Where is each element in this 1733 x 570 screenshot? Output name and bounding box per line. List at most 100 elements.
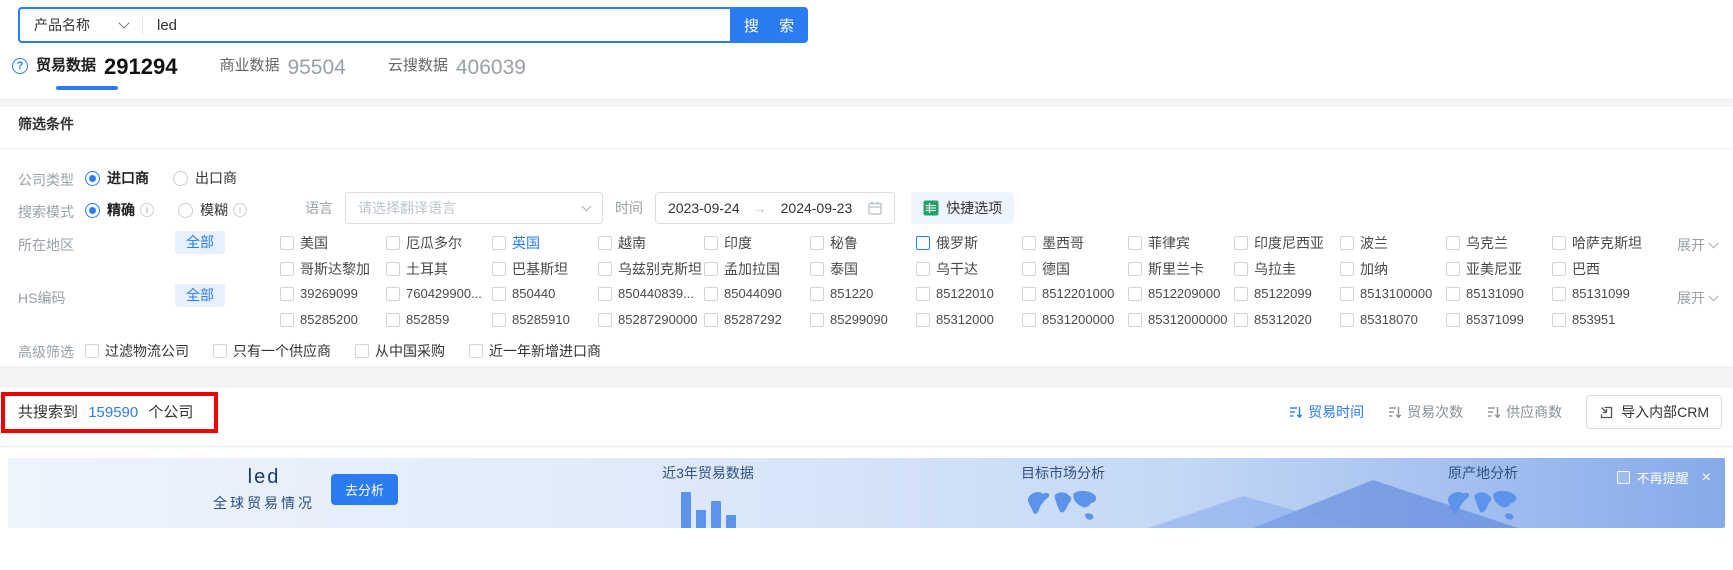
checkbox[interactable]: [1022, 236, 1036, 250]
region-checkbox-item[interactable]: 印度: [704, 233, 810, 253]
hs-checkbox-item[interactable]: 85122099: [1234, 286, 1340, 301]
sort-option[interactable]: 供应商数: [1487, 402, 1562, 422]
checkbox[interactable]: [1128, 286, 1142, 301]
date-range-picker[interactable]: 2023-09-24 → 2024-09-23: [655, 192, 896, 224]
hs-checkbox-item[interactable]: 85285910: [492, 312, 598, 327]
hs-checkbox-item[interactable]: 85287290000: [598, 312, 704, 327]
banner-card-trade-data[interactable]: 近3年贸易数据: [598, 463, 818, 528]
region-checkbox-item[interactable]: 德国: [1022, 259, 1128, 279]
checkbox[interactable]: [492, 236, 506, 250]
banner-card-origin[interactable]: 原产地分析: [1373, 463, 1593, 528]
checkbox[interactable]: [85, 344, 99, 358]
region-checkbox-item[interactable]: 印度尼西亚: [1234, 233, 1340, 253]
checkbox[interactable]: [1022, 312, 1036, 327]
advanced-checkbox-item[interactable]: 过滤物流公司: [85, 341, 189, 361]
checkbox[interactable]: [1552, 286, 1566, 301]
checkbox[interactable]: [598, 236, 612, 250]
hs-checkbox-item[interactable]: 850440839...: [598, 286, 704, 301]
checkbox[interactable]: [1446, 312, 1460, 327]
search-button[interactable]: 搜 索: [730, 7, 808, 43]
checkbox[interactable]: [280, 262, 294, 276]
region-checkbox-item[interactable]: 越南: [598, 233, 704, 253]
checkbox[interactable]: [704, 262, 718, 276]
region-checkbox-item[interactable]: 泰国: [810, 259, 916, 279]
region-checkbox-item[interactable]: 巴基斯坦: [492, 259, 598, 279]
checkbox[interactable]: [598, 312, 612, 327]
hs-checkbox-item[interactable]: 85122010: [916, 286, 1022, 301]
region-checkbox-item[interactable]: 乌拉圭: [1234, 259, 1340, 279]
hs-checkbox-item[interactable]: 85299090: [810, 312, 916, 327]
hs-checkbox-item[interactable]: 8512209000: [1128, 286, 1234, 301]
checkbox[interactable]: [1340, 286, 1354, 301]
hs-checkbox-item[interactable]: 85312020: [1234, 312, 1340, 327]
region-checkbox-item[interactable]: 俄罗斯: [916, 233, 1022, 253]
checkbox[interactable]: [810, 286, 824, 301]
checkbox[interactable]: [1446, 262, 1460, 276]
checkbox[interactable]: [213, 344, 227, 358]
checkbox[interactable]: [704, 312, 718, 327]
hs-checkbox-item[interactable]: 853951: [1552, 312, 1658, 327]
checkbox[interactable]: [1234, 312, 1248, 327]
region-checkbox-item[interactable]: 英国: [492, 233, 598, 253]
region-checkbox-item[interactable]: 墨西哥: [1022, 233, 1128, 253]
region-all-chip[interactable]: 全部: [175, 231, 225, 254]
hs-checkbox-item[interactable]: 85131090: [1446, 286, 1552, 301]
checkbox[interactable]: [1234, 262, 1248, 276]
close-icon[interactable]: ×: [1702, 469, 1711, 486]
checkbox[interactable]: [386, 262, 400, 276]
sort-option[interactable]: 贸易时间: [1289, 402, 1364, 422]
region-checkbox-item[interactable]: 乌兹别克斯坦: [598, 259, 704, 279]
search-input[interactable]: [143, 16, 683, 34]
hs-checkbox-item[interactable]: 85371099: [1446, 312, 1552, 327]
dismiss-label[interactable]: 不再提醒: [1637, 468, 1689, 487]
hs-checkbox-item[interactable]: 8531200000: [1022, 312, 1128, 327]
region-checkbox-item[interactable]: 秘鲁: [810, 233, 916, 253]
import-crm-button[interactable]: 导入内部CRM: [1586, 395, 1722, 429]
checkbox[interactable]: [355, 344, 369, 358]
region-checkbox-item[interactable]: 亚美尼亚: [1446, 259, 1552, 279]
hs-checkbox-item[interactable]: 85312000000: [1128, 312, 1234, 327]
checkbox[interactable]: [492, 262, 506, 276]
checkbox[interactable]: [469, 344, 483, 358]
checkbox[interactable]: [810, 312, 824, 327]
hs-checkbox-item[interactable]: 85287292: [704, 312, 810, 327]
hs-checkbox-item[interactable]: 39269099: [280, 286, 386, 301]
hs-checkbox-item[interactable]: 85285200: [280, 312, 386, 327]
checkbox[interactable]: [1552, 262, 1566, 276]
banner-card-target-market[interactable]: 目标市场分析: [953, 463, 1173, 528]
region-checkbox-item[interactable]: 斯里兰卡: [1128, 259, 1234, 279]
radio-exact[interactable]: 精确 i: [85, 200, 154, 220]
checkbox[interactable]: [1022, 286, 1036, 301]
region-checkbox-item[interactable]: 土耳其: [386, 259, 492, 279]
checkbox[interactable]: [1340, 236, 1354, 250]
radio-fuzzy[interactable]: 模糊 i: [178, 200, 247, 220]
checkbox[interactable]: [916, 312, 930, 327]
region-checkbox-item[interactable]: 哥斯达黎加: [280, 259, 386, 279]
radio-importer[interactable]: 进口商: [85, 168, 149, 188]
checkbox[interactable]: [1552, 312, 1566, 327]
hs-checkbox-item[interactable]: 852859: [386, 312, 492, 327]
region-checkbox-item[interactable]: 乌干达: [916, 259, 1022, 279]
advanced-checkbox-item[interactable]: 只有一个供应商: [213, 341, 331, 361]
help-icon[interactable]: ?: [12, 58, 28, 74]
checkbox[interactable]: [810, 262, 824, 276]
checkbox[interactable]: [598, 262, 612, 276]
hs-checkbox-item[interactable]: 85312000: [916, 312, 1022, 327]
checkbox[interactable]: [1022, 262, 1036, 276]
hs-checkbox-item[interactable]: 85044090: [704, 286, 810, 301]
checkbox[interactable]: [280, 286, 294, 301]
hs-checkbox-item[interactable]: 85131099: [1552, 286, 1658, 301]
checkbox[interactable]: [1340, 262, 1354, 276]
hs-checkbox-item[interactable]: 850440: [492, 286, 598, 301]
checkbox[interactable]: [1340, 312, 1354, 327]
sort-option[interactable]: 贸易次数: [1388, 402, 1463, 422]
checkbox[interactable]: [1128, 262, 1142, 276]
hs-checkbox-item[interactable]: 85318070: [1340, 312, 1446, 327]
checkbox[interactable]: [492, 286, 506, 301]
checkbox[interactable]: [704, 236, 718, 250]
search-category-dropdown[interactable]: 产品名称: [20, 15, 142, 35]
dismiss-checkbox[interactable]: [1616, 471, 1630, 484]
checkbox[interactable]: [810, 236, 824, 250]
checkbox[interactable]: [1446, 236, 1460, 250]
region-checkbox-item[interactable]: 孟加拉国: [704, 259, 810, 279]
